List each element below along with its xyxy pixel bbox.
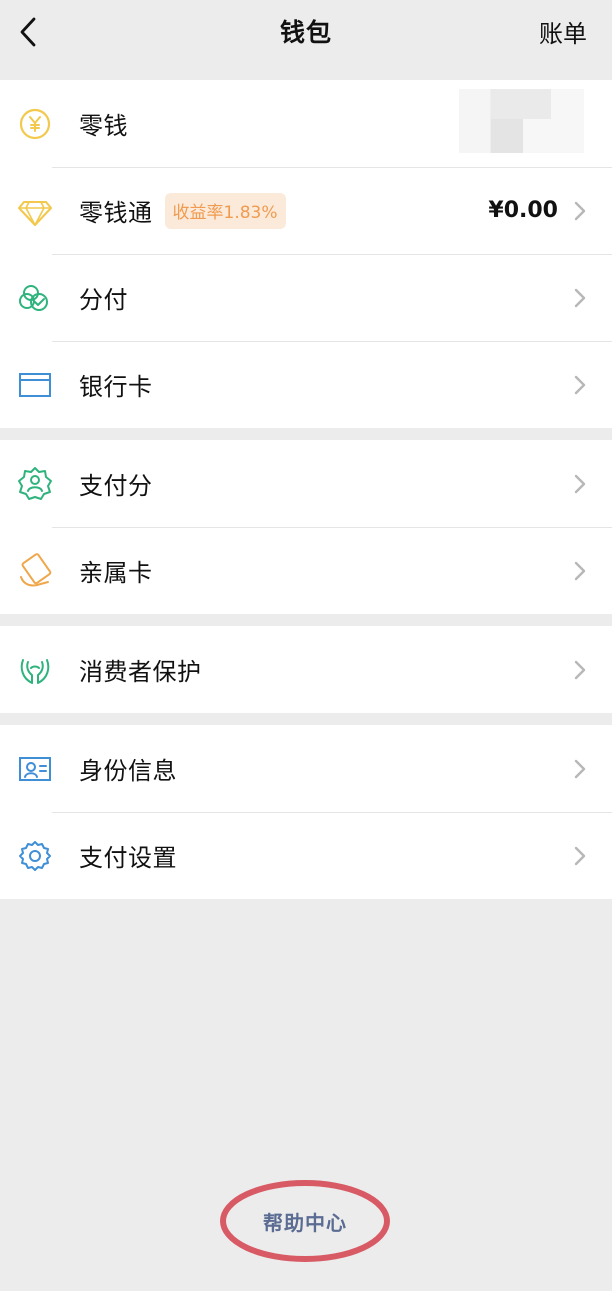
- credit-group: 支付分 亲属卡: [0, 440, 612, 614]
- wallet-item-label: 银行卡: [79, 373, 153, 401]
- chevron-right-icon: [572, 201, 588, 220]
- chevron-right-icon: [572, 846, 588, 865]
- yield-rate-badge: 收益率1.83%: [164, 192, 286, 229]
- bank-card-icon: [17, 367, 53, 403]
- help-center-label: 帮助中心: [263, 1210, 347, 1235]
- wallet-item-family-card[interactable]: 亲属卡: [0, 527, 612, 614]
- diamond-icon: [17, 193, 53, 229]
- wallet-item-consumer-protection[interactable]: 消费者保护: [0, 626, 612, 713]
- protection-group: 消费者保护: [0, 626, 612, 713]
- wallet-item-payment-settings[interactable]: 支付设置: [0, 812, 612, 899]
- card-check-icon: [17, 280, 53, 316]
- hands-protect-icon: [17, 652, 53, 688]
- family-card-icon: [17, 552, 53, 589]
- help-center-link[interactable]: 帮助中心: [220, 1180, 390, 1262]
- wallet-primary-group: 零钱 零钱通 收益率1.83% ¥0.00 分付 银行卡: [0, 80, 612, 428]
- badge-person-icon: [17, 466, 53, 502]
- wallet-item-fenfu[interactable]: 分付: [0, 254, 612, 341]
- chevron-right-icon: [572, 660, 588, 679]
- balance-mask: [459, 89, 584, 153]
- wallet-item-change[interactable]: 零钱: [0, 80, 612, 167]
- wallet-item-label: 身份信息: [79, 757, 177, 785]
- chevron-right-icon: [572, 375, 588, 394]
- wallet-item-identity-info[interactable]: 身份信息: [0, 725, 612, 812]
- balance-value: ¥0.00: [488, 198, 558, 223]
- wallet-item-lingqiantong[interactable]: 零钱通 收益率1.83% ¥0.00: [0, 167, 612, 254]
- wallet-item-label: 支付分: [79, 472, 153, 500]
- bill-button[interactable]: 账单: [539, 14, 587, 49]
- wallet-item-label: 亲属卡: [79, 559, 153, 587]
- wallet-item-label: 支付设置: [79, 844, 177, 872]
- wallet-item-label: 消费者保护: [79, 658, 202, 686]
- chevron-right-icon: [572, 474, 588, 493]
- gear-icon: [17, 838, 53, 874]
- wallet-item-bank-card[interactable]: 银行卡: [0, 341, 612, 428]
- chevron-right-icon: [572, 759, 588, 778]
- chevron-right-icon: [572, 561, 588, 580]
- chevron-right-icon: [572, 288, 588, 307]
- id-card-icon: [17, 751, 53, 787]
- wallet-item-payscore[interactable]: 支付分: [0, 440, 612, 527]
- settings-group: 身份信息 支付设置: [0, 725, 612, 899]
- wallet-item-label: 零钱通: [79, 199, 153, 227]
- wallet-item-label: 分付: [79, 286, 128, 314]
- page-title: 钱包: [279, 18, 332, 47]
- wallet-item-label: 零钱: [79, 112, 128, 140]
- top-navigation-bar: 钱包 账单: [0, 0, 612, 80]
- yen-circle-icon: [17, 106, 53, 142]
